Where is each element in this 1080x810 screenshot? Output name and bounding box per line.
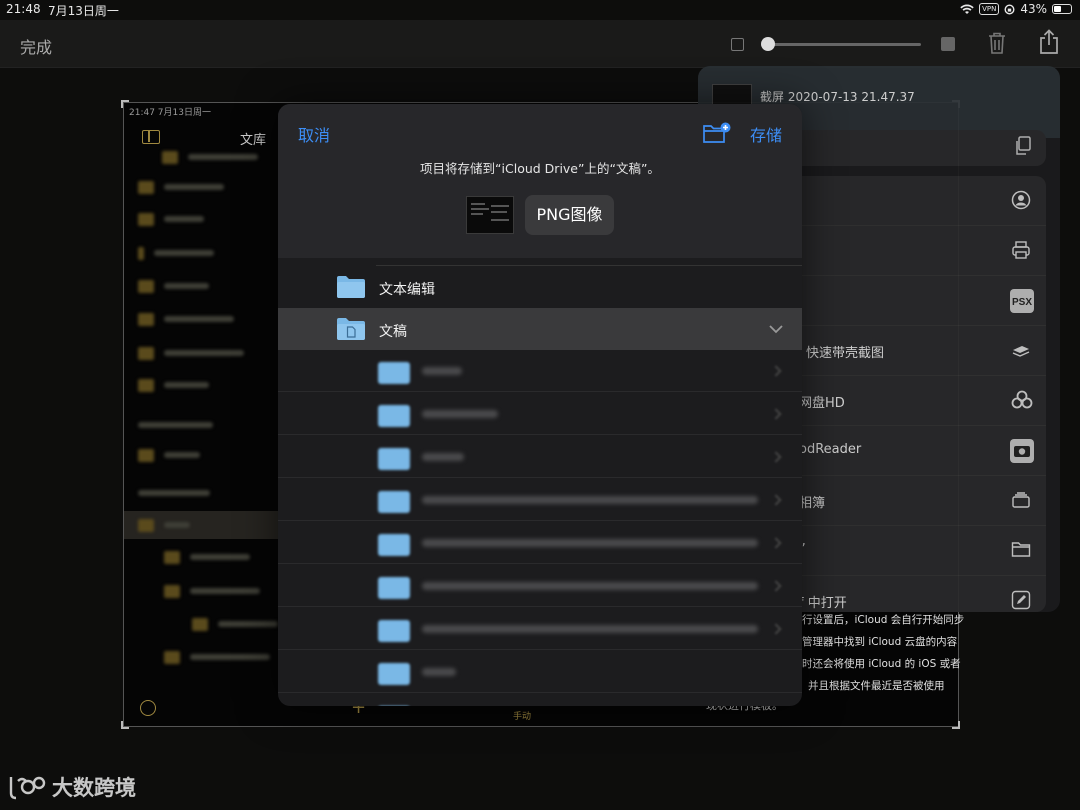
bg-list-item (138, 445, 200, 465)
bg-list-item (164, 647, 270, 667)
mini-status: 21:47 7月13日周一 (129, 108, 211, 118)
bg-section-header (138, 415, 213, 435)
bg-list-item (138, 209, 204, 229)
markup-toolbar: 完成 (0, 20, 1080, 68)
bg-list-item (138, 309, 234, 329)
status-bar: 21:48 7月13日周一 VPN 43% (0, 0, 1080, 20)
bg-paragraph-line: 行设置后，iCloud 会自行开始同步 (802, 614, 965, 626)
share-action-label: 相簿 (799, 496, 826, 511)
folder-icon (377, 703, 411, 706)
battery-icon (1052, 4, 1072, 14)
cancel-button[interactable]: 取消 (298, 122, 330, 146)
folder-icon (378, 491, 410, 513)
folder-icon (378, 362, 410, 384)
copy-icon (1016, 136, 1031, 155)
trash-icon[interactable] (987, 31, 1007, 55)
bg-paragraph-line: 时还会将使用 iCloud 的 iOS 或者 (802, 658, 961, 670)
subfolder-row[interactable] (278, 651, 802, 693)
documents-folder-icon (337, 318, 365, 340)
crop-handle-top-left[interactable] (121, 100, 129, 108)
folder-icon (378, 663, 410, 685)
watermark-text: 大数跨境 (52, 776, 136, 800)
bg-tab-label: 手动 (513, 712, 532, 722)
printer-icon (1012, 241, 1030, 259)
cloud-rings-icon (1011, 390, 1033, 409)
bg-list-item (192, 614, 278, 634)
subfolder-row[interactable] (278, 479, 802, 521)
folder-icon (378, 448, 410, 470)
folder-icon (378, 534, 410, 556)
share-action-label: 快速带壳截图 (806, 346, 885, 361)
file-thumbnail (466, 196, 514, 234)
bg-list-item (138, 243, 214, 263)
save-button[interactable]: 存储 (750, 122, 782, 146)
share-icon[interactable] (1038, 29, 1060, 55)
edit-icon (1011, 590, 1031, 610)
folder-row-textedit[interactable]: 文本编辑 (278, 266, 802, 308)
bg-list-item (138, 343, 244, 363)
bg-paragraph-line: 并且根据文件最近是否被使用 (808, 680, 945, 692)
library-title: 文库 (240, 133, 267, 148)
album-icon (1012, 492, 1030, 508)
psx-icon: PSX (1010, 289, 1034, 313)
bg-list-item (162, 147, 258, 167)
person-circle-icon (1011, 190, 1031, 210)
folder-icon (1011, 542, 1031, 557)
share-action-label: 网盘HD (799, 396, 845, 411)
file-name-field[interactable]: PNG图像 (525, 195, 614, 235)
bg-list-item (138, 515, 190, 535)
crop-handle-bottom-left[interactable] (121, 721, 129, 729)
share-file-title: 截屏 2020-07-13 21.47.37 (760, 90, 915, 104)
watermark-logo-icon (9, 776, 46, 800)
status-date: 7月13日周一 (48, 4, 119, 18)
share-action-label: odReader (799, 442, 862, 457)
folder-icon (378, 405, 410, 427)
sidebar-toggle-icon (142, 130, 160, 144)
svg-text:PSX: PSX (1012, 297, 1032, 308)
layers-icon (1012, 346, 1030, 357)
watermark: 大数跨境 (8, 772, 136, 802)
folder-name: 文稿 (379, 324, 407, 340)
folder-icon (337, 276, 365, 298)
subfolder-row[interactable] (278, 350, 802, 392)
bg-list-item (138, 375, 209, 395)
slider-track (765, 43, 921, 46)
status-right: VPN 43% (960, 2, 1072, 16)
save-to-files-dialog: 取消 存储 项目将存储到“iCloud Drive”上的“文稿”。 PNG图像 … (278, 104, 802, 706)
camera-box-icon (1010, 439, 1034, 463)
folder-name: 文本编辑 (379, 282, 435, 298)
wifi-icon (960, 4, 974, 14)
bg-section-header (138, 483, 210, 503)
folder-row-documents[interactable]: 文稿 (278, 308, 802, 350)
crop-handle-bottom-right[interactable] (952, 721, 960, 729)
chevron-down-icon[interactable] (768, 324, 784, 334)
slider-knob[interactable] (761, 37, 775, 51)
bg-list-item (138, 177, 224, 197)
subfolder-row[interactable] (278, 436, 802, 478)
subfolder-row[interactable] (278, 608, 802, 650)
subfolder-row[interactable] (278, 522, 802, 564)
bg-paragraph-line: 管理器中找到 iCloud 云盘的内容 (802, 636, 958, 648)
dialog-header: 取消 存储 项目将存储到“iCloud Drive”上的“文稿”。 PNG图像 (278, 104, 802, 258)
bg-list-item (164, 581, 260, 601)
settings-icon (140, 700, 156, 716)
subfolder-row[interactable] (278, 393, 802, 435)
folder-icon (378, 577, 410, 599)
status-time: 21:48 (6, 2, 41, 16)
large-square-icon (941, 37, 955, 51)
battery-percent: 43% (1020, 2, 1047, 16)
rotation-lock-icon (1004, 3, 1015, 15)
done-button[interactable]: 完成 (20, 34, 52, 58)
bg-list-item (138, 276, 209, 296)
opacity-slider[interactable] (731, 37, 961, 51)
bg-list-item (164, 547, 250, 567)
small-square-icon (731, 38, 744, 51)
vpn-badge: VPN (979, 3, 1000, 15)
folder-icon (378, 620, 410, 642)
share-action-label: f 中打开 (799, 596, 847, 611)
subfolder-row[interactable] (278, 694, 802, 706)
destination-text: 项目将存储到“iCloud Drive”上的“文稿”。 (420, 161, 660, 176)
subfolder-row[interactable] (278, 565, 802, 607)
new-folder-icon[interactable] (702, 121, 732, 145)
